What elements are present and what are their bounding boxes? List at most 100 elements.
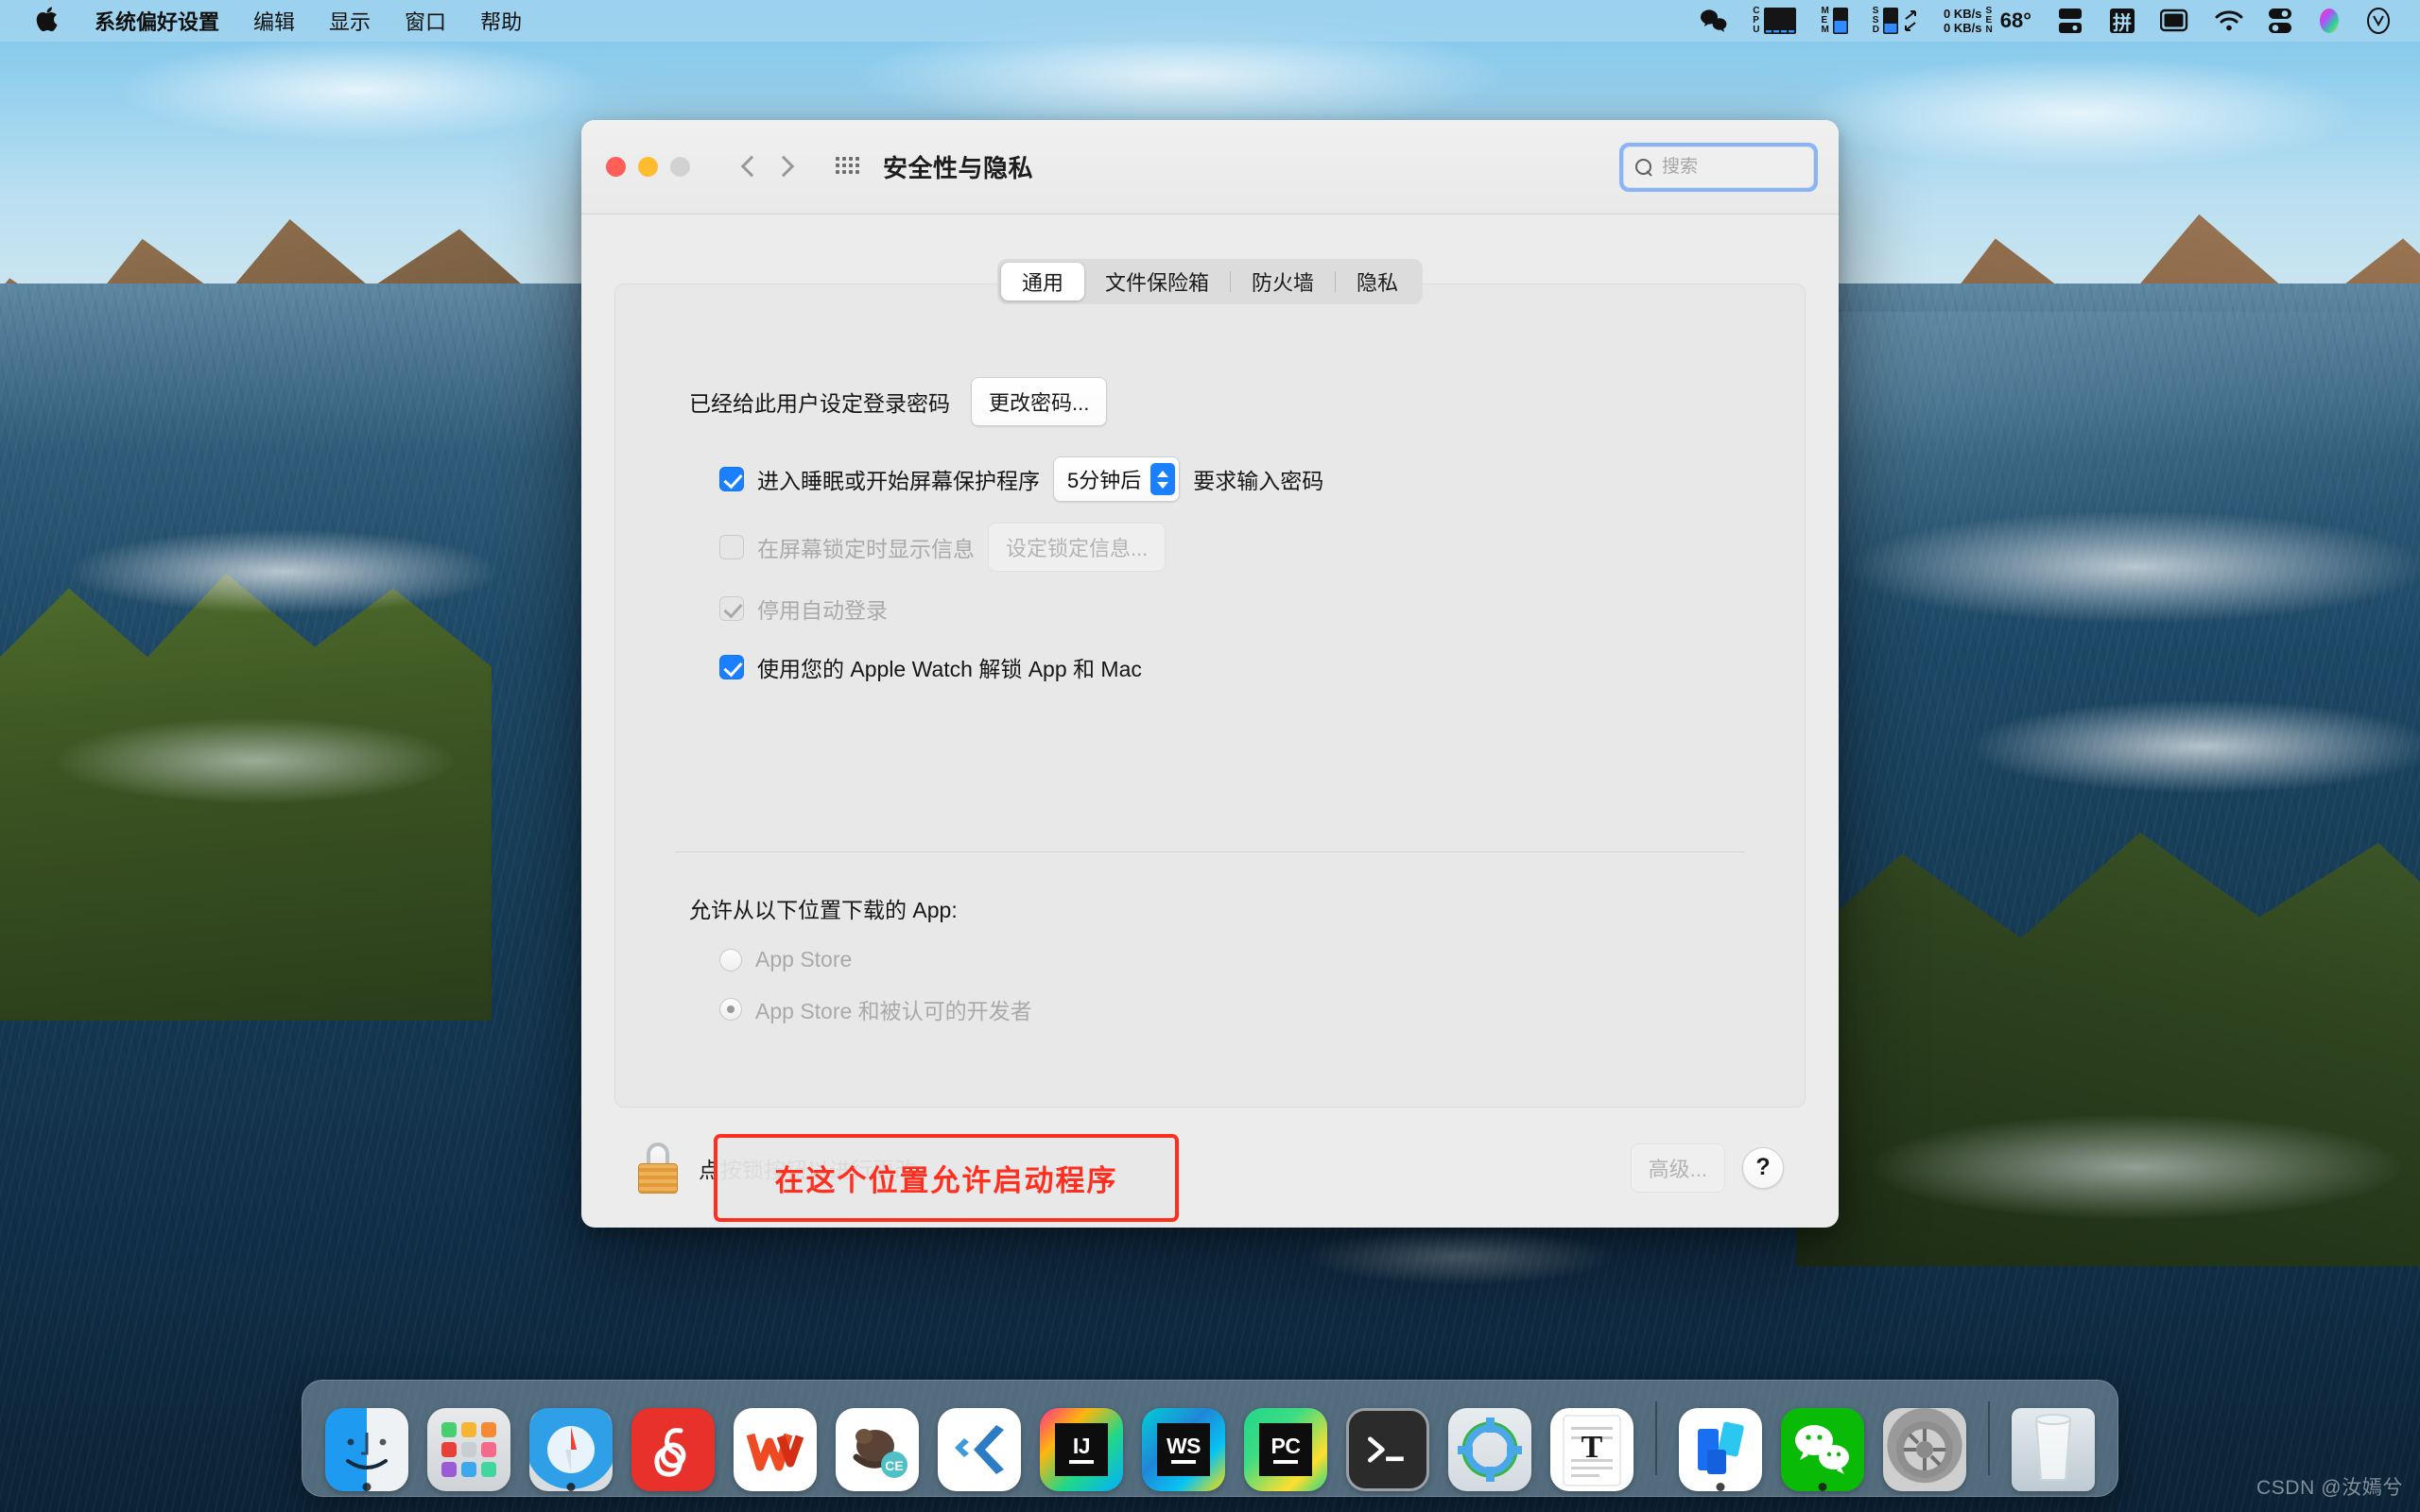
appstore-identified-radio-label: App Store 和被认可的开发者 bbox=[755, 999, 1032, 1023]
network-speed-indicator[interactable]: 0 KB/s 0 KB/s SEN 68° bbox=[1931, 0, 2044, 42]
screen-mirroring-icon[interactable] bbox=[2148, 0, 2203, 42]
tab-firewall[interactable]: 防火墙 bbox=[1231, 263, 1335, 301]
mem-label: MEM bbox=[1821, 6, 1829, 35]
download-section-title: 允许从以下位置下载的 App: bbox=[689, 898, 958, 922]
finder-icon bbox=[325, 1408, 408, 1491]
lock-closed-icon[interactable] bbox=[636, 1142, 680, 1194]
network-upload-speed: 0 KB/s bbox=[1944, 7, 1982, 21]
menu-item-help[interactable]: 帮助 bbox=[463, 0, 539, 42]
wifi-icon[interactable] bbox=[2203, 0, 2256, 42]
menu-bar-left: 系统偏好设置 编辑 显示 窗口 帮助 bbox=[0, 0, 539, 42]
dock-item-lark[interactable] bbox=[1669, 1380, 1772, 1497]
dock-item-webstorm[interactable]: WS bbox=[1132, 1380, 1235, 1497]
network-arrows-icon bbox=[1905, 10, 1917, 31]
memory-monitor-icon[interactable]: MEM bbox=[1808, 0, 1859, 42]
back-chevron-icon[interactable] bbox=[735, 155, 760, 180]
download-option-appstore-identified-row: App Store 和被认可的开发者 bbox=[719, 993, 1769, 1025]
dock-item-system-preferences[interactable] bbox=[1874, 1380, 1976, 1497]
dock-item-intellij-idea[interactable]: IJ bbox=[1030, 1380, 1132, 1497]
menu-item-system-preferences[interactable]: 系统偏好设置 bbox=[78, 0, 236, 42]
cpu-monitor-icon[interactable]: CPU bbox=[1740, 0, 1808, 42]
dock-item-finder[interactable] bbox=[316, 1380, 418, 1497]
show-lock-message-label: 在屏幕锁定时显示信息 bbox=[757, 537, 975, 561]
tab-bar: 通用 文件保险箱 防火墙 隐私 bbox=[996, 259, 1424, 304]
require-password-label-after: 要求输入密码 bbox=[1193, 469, 1324, 493]
minimize-button[interactable] bbox=[638, 157, 658, 177]
stepper-arrows-icon[interactable] bbox=[1150, 463, 1176, 495]
search-input[interactable] bbox=[1662, 157, 1802, 178]
pycharm-badge: PC bbox=[1270, 1434, 1301, 1458]
tab-privacy[interactable]: 隐私 bbox=[1336, 263, 1419, 301]
input-method-label: 拼 bbox=[2113, 12, 2132, 34]
menu-item-view[interactable]: 显示 bbox=[312, 0, 388, 42]
dock-item-wps-office[interactable] bbox=[724, 1380, 826, 1497]
require-password-checkbox[interactable] bbox=[719, 467, 744, 491]
sensor-label: SEN bbox=[1985, 6, 1993, 35]
close-button[interactable] bbox=[606, 157, 626, 177]
set-lock-message-button: 设定锁定信息... bbox=[988, 523, 1167, 572]
running-indicator bbox=[1818, 1483, 1827, 1491]
download-option-appstore-row: App Store bbox=[719, 947, 1769, 972]
display-icon[interactable] bbox=[2044, 0, 2097, 42]
surf-foam bbox=[57, 718, 454, 803]
show-lock-message-checkbox bbox=[719, 535, 744, 559]
vscode-icon bbox=[938, 1408, 1021, 1491]
password-delay-value: 5分钟后 bbox=[1067, 469, 1142, 492]
wechat-status-icon[interactable] bbox=[1687, 0, 1740, 42]
xcode-icon bbox=[1448, 1408, 1531, 1491]
dock-item-trash[interactable] bbox=[2002, 1380, 2104, 1497]
annotation-text: 在这个位置允许启动程序 bbox=[774, 1164, 1118, 1197]
show-lock-message-row: 在屏幕锁定时显示信息 设定锁定信息... bbox=[719, 523, 1769, 572]
security-privacy-window: 安全性与隐私 通用 文件保险箱 防火墙 隐私 已经给此用户设定登录密码 更改密码… bbox=[581, 120, 1839, 1228]
general-tab-content: 已经给此用户设定登录密码 更改密码... 进入睡眠或开始屏幕保护程序 5分钟后 … bbox=[615, 330, 1805, 1222]
dock-item-textedit[interactable]: T bbox=[1541, 1380, 1643, 1497]
zoom-button[interactable] bbox=[670, 157, 690, 177]
fog-band bbox=[66, 529, 501, 614]
password-delay-stepper[interactable]: 5分钟后 bbox=[1053, 456, 1181, 502]
menu-bar: 系统偏好设置 编辑 显示 窗口 帮助 CPU MEM S S D 0 KB/s … bbox=[0, 0, 2420, 42]
disable-auto-login-row: 停用自动登录 bbox=[719, 593, 1769, 625]
trash-icon bbox=[2012, 1408, 2095, 1491]
tab-filevault[interactable]: 文件保险箱 bbox=[1084, 263, 1230, 301]
menu-item-window[interactable]: 窗口 bbox=[388, 0, 463, 42]
launchpad-icon bbox=[427, 1408, 510, 1491]
help-button[interactable]: ? bbox=[1742, 1146, 1784, 1189]
dock-item-launchpad[interactable] bbox=[418, 1380, 520, 1497]
show-all-grid-icon[interactable] bbox=[836, 156, 860, 178]
navigation-arrows bbox=[735, 155, 798, 180]
forward-chevron-icon[interactable] bbox=[773, 155, 798, 180]
dock-item-netease-music[interactable] bbox=[622, 1380, 724, 1497]
cpu-label: CPU bbox=[1753, 6, 1760, 35]
menu-item-edit[interactable]: 编辑 bbox=[236, 0, 312, 42]
dock-item-wechat[interactable] bbox=[1772, 1380, 1874, 1497]
dock-item-vscode[interactable] bbox=[928, 1380, 1030, 1497]
search-field[interactable] bbox=[1623, 146, 1814, 188]
dock-item-safari[interactable] bbox=[520, 1380, 622, 1497]
apple-logo-icon[interactable] bbox=[19, 7, 78, 35]
change-password-button[interactable]: 更改密码... bbox=[971, 377, 1108, 426]
fog-band bbox=[1966, 699, 2420, 794]
siri-icon[interactable] bbox=[2305, 0, 2354, 42]
wechat-icon bbox=[1781, 1408, 1864, 1491]
clock-icon[interactable] bbox=[2354, 0, 2403, 42]
network-speed-values: 0 KB/s 0 KB/s bbox=[1944, 7, 1981, 35]
tab-general[interactable]: 通用 bbox=[1000, 263, 1084, 301]
dock-item-terminal[interactable] bbox=[1337, 1380, 1439, 1497]
intellij-badge: IJ bbox=[1072, 1434, 1091, 1458]
network-download-speed: 0 KB/s bbox=[1944, 21, 1982, 35]
dock-item-xcode[interactable] bbox=[1439, 1380, 1541, 1497]
dock-item-navicat[interactable]: CE bbox=[826, 1380, 928, 1497]
input-method-icon[interactable]: 拼 bbox=[2097, 0, 2148, 42]
dock-item-pycharm[interactable]: PC bbox=[1235, 1380, 1337, 1497]
wps-office-icon bbox=[734, 1408, 817, 1491]
webstorm-icon: WS bbox=[1142, 1408, 1225, 1491]
netease-music-icon bbox=[631, 1408, 715, 1491]
dock-separator bbox=[1655, 1401, 1657, 1475]
window-titlebar[interactable]: 安全性与隐私 bbox=[581, 120, 1839, 215]
disable-auto-login-label: 停用自动登录 bbox=[757, 598, 888, 623]
ssd-monitor-icon[interactable]: SSD bbox=[1860, 0, 1931, 42]
apple-watch-unlock-checkbox[interactable] bbox=[719, 655, 744, 679]
navicat-icon: CE bbox=[836, 1408, 919, 1491]
svg-text:T: T bbox=[1582, 1430, 1603, 1465]
control-center-icon[interactable] bbox=[2256, 0, 2305, 42]
